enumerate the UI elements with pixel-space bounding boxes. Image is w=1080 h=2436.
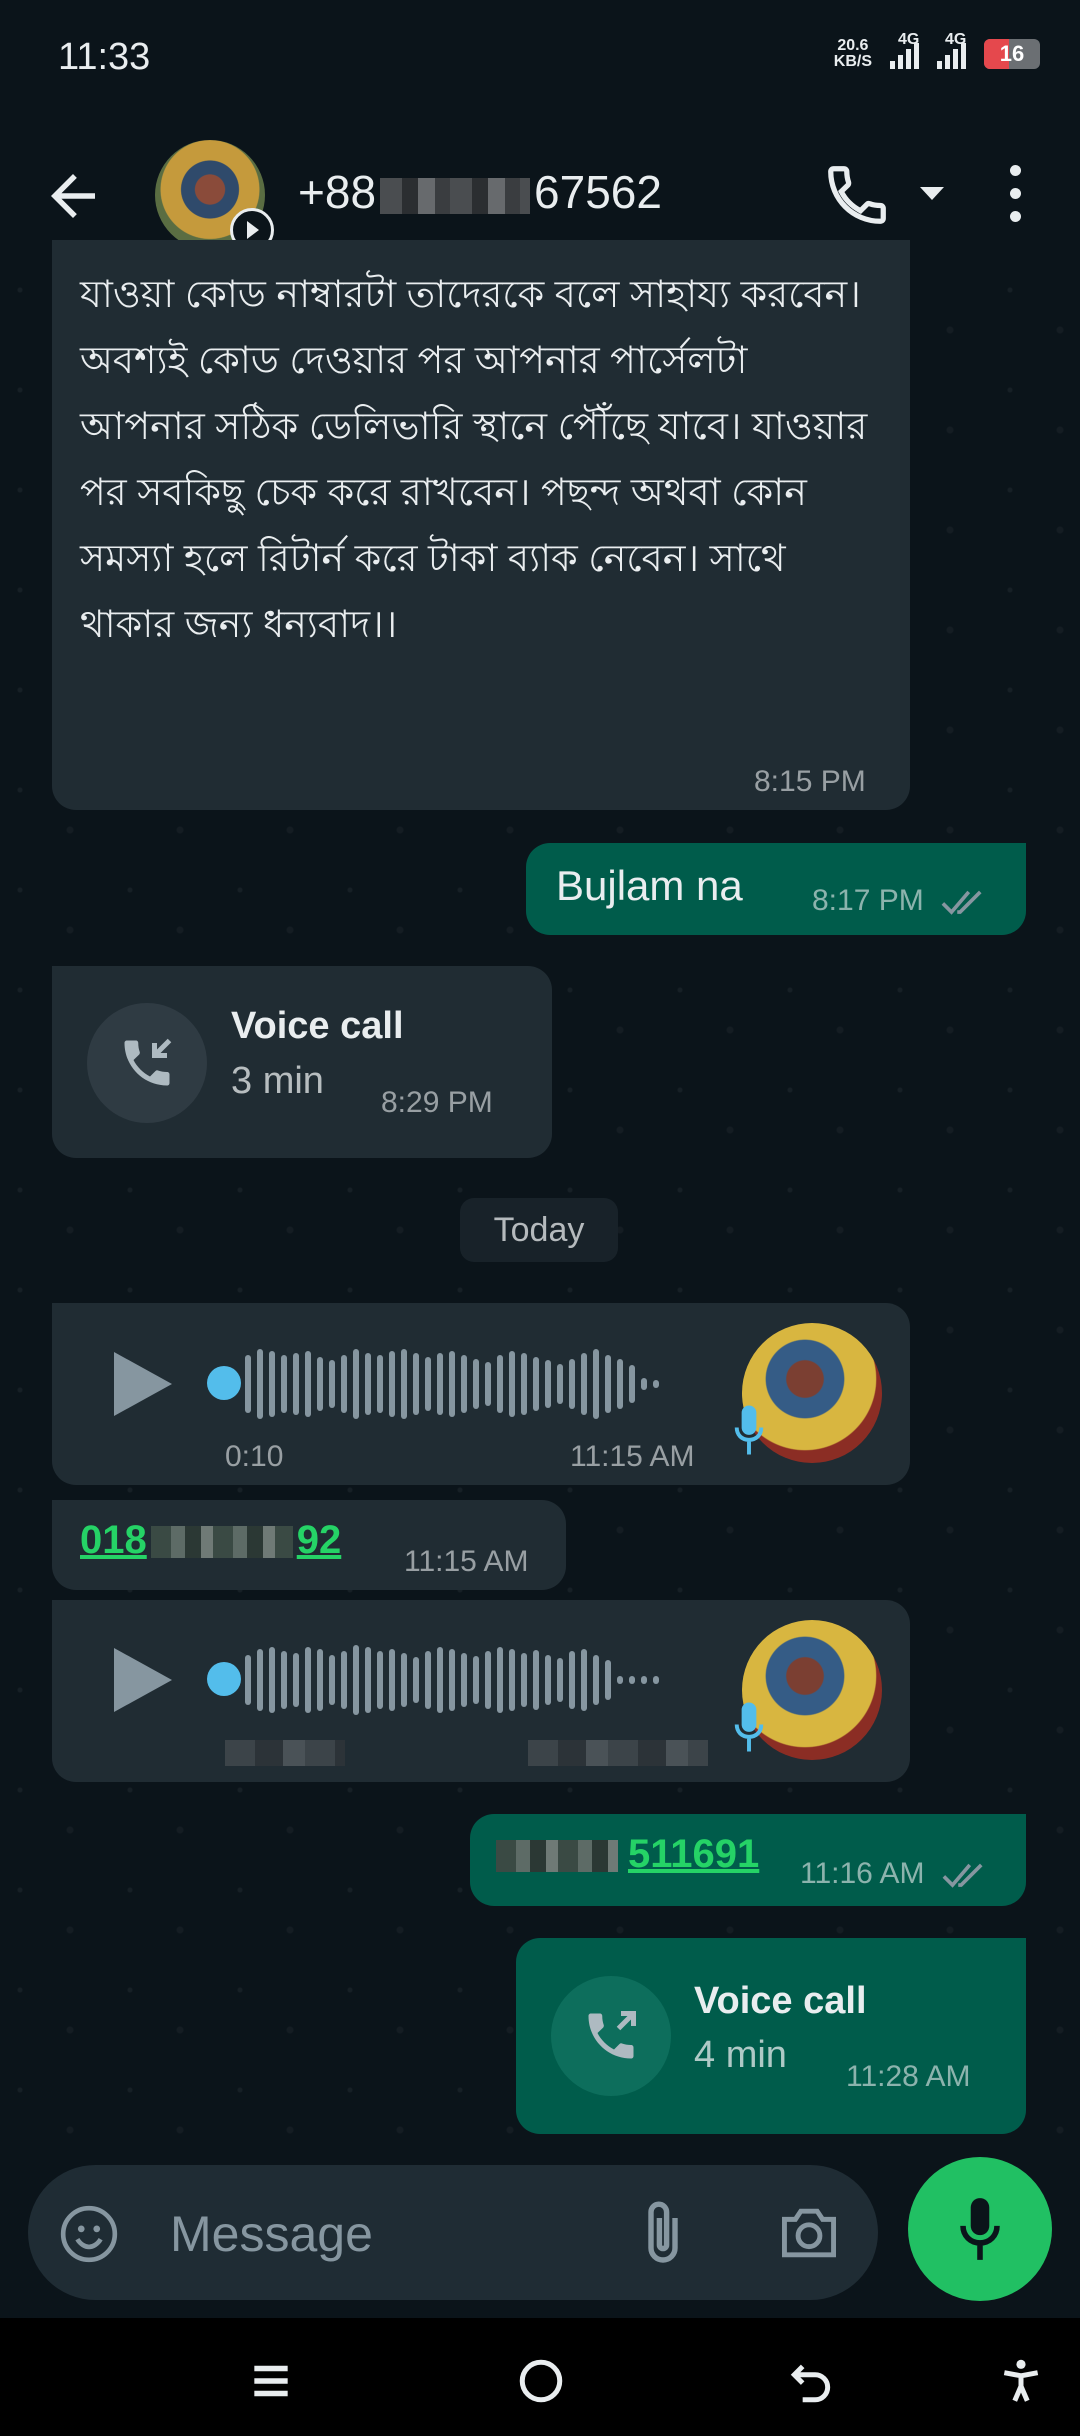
- voice-call-duration: 4 min: [694, 2034, 787, 2076]
- phone-number-suffix: 511691: [628, 1832, 760, 1876]
- message-text: যাওয়া কোড নাম্বারটা তাদেরকে বলে সাহায্য…: [80, 274, 868, 646]
- phone-number-link[interactable]: 018 92: [80, 1518, 341, 1563]
- voice-record-button[interactable]: [908, 2157, 1052, 2301]
- message-text: Bujlam na: [556, 862, 743, 909]
- redacted-blur: [150, 1526, 293, 1559]
- phone-number-link[interactable]: 511691: [496, 1832, 759, 1877]
- camera-icon[interactable]: [776, 2203, 842, 2263]
- message-time-with-ticks: 11:16 AM: [800, 1857, 987, 1891]
- home-circle-icon[interactable]: [516, 2356, 566, 2406]
- signal-2-label: 4G: [945, 31, 967, 48]
- voice-call-duration: 3 min: [231, 1060, 324, 1102]
- mic-icon: [734, 1405, 764, 1455]
- signal-1-label: 4G: [898, 31, 920, 48]
- date-divider: Today: [460, 1198, 618, 1262]
- network-speed-value: 20.6: [837, 37, 869, 54]
- signal-2-icon: 4G: [937, 31, 966, 69]
- message-input[interactable]: [168, 2199, 612, 2269]
- play-icon[interactable]: [114, 1648, 172, 1712]
- status-icons: 20.6 KB/S 4G 4G 16: [834, 31, 1040, 70]
- accessibility-icon[interactable]: [996, 2356, 1046, 2406]
- message-time: 11:16 AM: [800, 1857, 925, 1890]
- voice-call-title: Voice call: [694, 1980, 867, 2022]
- phone-number-suffix: 92: [296, 1518, 342, 1562]
- dropdown-caret-icon[interactable]: [920, 187, 944, 200]
- message-time: 11:15 AM: [404, 1545, 529, 1578]
- redacted-blur: [496, 1840, 618, 1873]
- battery-level: 16: [999, 41, 1025, 66]
- seek-handle[interactable]: [207, 1366, 241, 1400]
- message-time: 8:17 PM: [812, 884, 924, 917]
- voice-call-time: 8:29 PM: [381, 1086, 493, 1119]
- redacted-blur: [225, 1740, 345, 1766]
- voice-duration: 0:10: [225, 1440, 284, 1473]
- message-time: 8:15 PM: [754, 765, 866, 798]
- sticker-icon[interactable]: [58, 2203, 120, 2265]
- contact-number-prefix: +88: [298, 166, 377, 218]
- status-time: 11:33: [58, 36, 151, 78]
- double-check-icon: [941, 890, 982, 915]
- phone-number-prefix: 018: [80, 1518, 147, 1562]
- seek-handle[interactable]: [207, 1662, 241, 1696]
- contact-number-suffix: 67562: [534, 166, 662, 218]
- back-arrow-icon[interactable]: [40, 163, 106, 229]
- redacted-blur: [380, 177, 531, 214]
- message-time-with-ticks: 8:17 PM: [812, 884, 986, 918]
- signal-1-icon: 4G: [890, 31, 919, 69]
- play-icon[interactable]: [114, 1352, 172, 1416]
- network-speed: 20.6 KB/S: [834, 38, 872, 70]
- network-speed-unit: KB/S: [833, 53, 872, 70]
- voice-call-title: Voice call: [231, 1005, 404, 1047]
- battery-icon: 16: [984, 39, 1040, 69]
- call-icon[interactable]: [822, 160, 892, 230]
- voice-message-time: 11:15 AM: [570, 1440, 695, 1473]
- status-bar: 11:33 20.6 KB/S 4G 4G 16: [0, 0, 1080, 115]
- waveform[interactable]: [245, 1640, 659, 1720]
- contact-number[interactable]: +88 67562: [298, 165, 662, 219]
- back-nav-icon[interactable]: [786, 2356, 836, 2406]
- message-composer: [28, 2165, 878, 2300]
- mic-icon: [734, 1702, 764, 1752]
- system-nav-bar: [0, 2318, 1080, 2436]
- mic-icon: [960, 2198, 1000, 2260]
- redacted-blur: [528, 1740, 708, 1766]
- incoming-call-icon: [87, 1003, 207, 1123]
- outgoing-call-icon: [551, 1976, 671, 2096]
- recents-menu-icon[interactable]: [246, 2356, 296, 2406]
- voice-call-time: 11:28 AM: [846, 2060, 971, 2093]
- attach-icon[interactable]: [638, 2197, 688, 2269]
- more-vert-icon[interactable]: [1000, 165, 1030, 229]
- double-check-icon: [942, 1863, 983, 1888]
- waveform[interactable]: [245, 1344, 659, 1424]
